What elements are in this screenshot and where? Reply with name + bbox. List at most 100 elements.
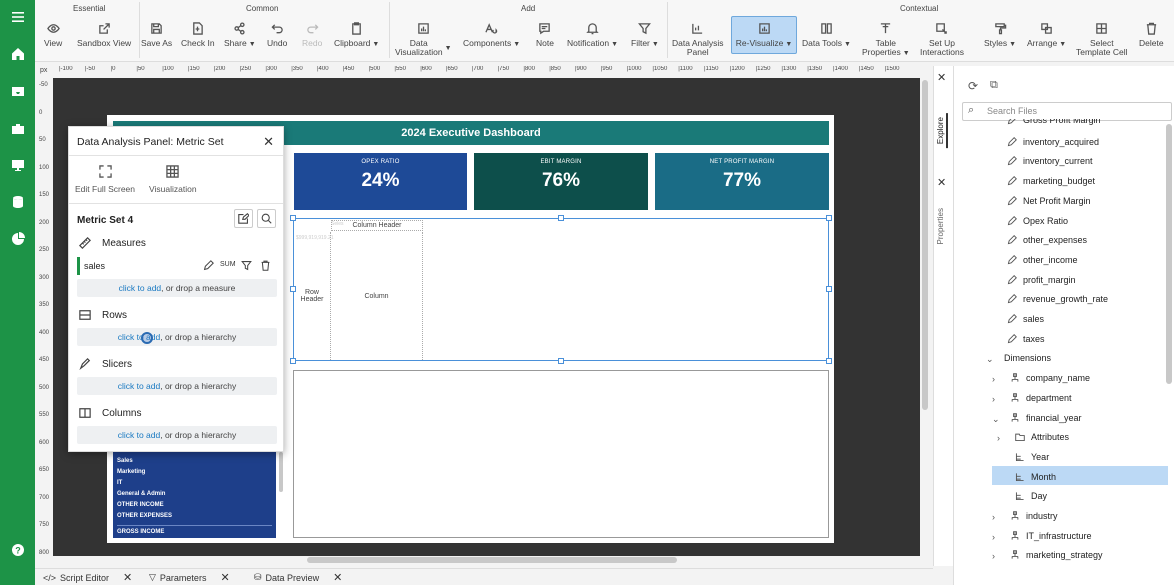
arrange-button[interactable]: Arrange ▼ bbox=[1027, 20, 1066, 49]
styles-button[interactable]: Styles ▼ bbox=[984, 20, 1016, 49]
save-as-button[interactable]: Save As bbox=[141, 20, 172, 48]
measure-drop-zone[interactable]: click to add, or drop a measure bbox=[77, 279, 277, 297]
chevron-down-icon[interactable]: ⌄ bbox=[992, 414, 1000, 425]
aggregation-label[interactable]: SUM bbox=[220, 261, 236, 268]
data-visualization-button[interactable]: Data Visualization ▼ bbox=[395, 20, 452, 57]
trash-icon[interactable] bbox=[260, 260, 271, 273]
copy-icon[interactable]: ⧉ bbox=[990, 79, 998, 92]
tree-item[interactable]: Month bbox=[1015, 472, 1056, 482]
tree-item[interactable]: sales bbox=[1007, 314, 1044, 324]
tree-item[interactable]: profit_margin bbox=[1007, 275, 1076, 285]
resize-handle[interactable] bbox=[558, 215, 564, 221]
chevron-down-icon[interactable]: ⌄ bbox=[986, 354, 994, 365]
refresh-icon[interactable]: ⟳ bbox=[968, 79, 978, 93]
close-properties-icon[interactable]: ✕ bbox=[937, 176, 946, 189]
kpi-card-opex-ratio[interactable]: OPEX RATIO 24% bbox=[294, 153, 467, 210]
pencil-icon[interactable] bbox=[203, 260, 214, 273]
tree-item[interactable]: marketing_strategy bbox=[1010, 550, 1103, 560]
share-button[interactable]: Share ▼ bbox=[224, 20, 256, 49]
tree-item[interactable]: company_name bbox=[1010, 373, 1090, 383]
chevron-right-icon[interactable]: › bbox=[992, 512, 995, 522]
monitor-icon[interactable] bbox=[7, 156, 28, 174]
delete-button[interactable]: Delete bbox=[1139, 20, 1164, 48]
chevron-right-icon[interactable]: › bbox=[992, 374, 995, 384]
data-tools-button[interactable]: Data Tools ▼ bbox=[802, 20, 851, 49]
slicers-drop-zone[interactable]: click to add, or drop a hierarchy bbox=[77, 377, 277, 395]
tree-item[interactable]: revenue_growth_rate bbox=[1007, 294, 1108, 304]
department-list-visual[interactable]: Sales Marketing IT General & Admin OTHER… bbox=[113, 450, 276, 538]
pivot-row-header[interactable]: Row Header bbox=[294, 232, 331, 360]
briefcase-icon[interactable] bbox=[7, 120, 28, 138]
tree-item[interactable]: other_income bbox=[1007, 255, 1078, 265]
click-to-add-link[interactable]: click to add bbox=[119, 283, 162, 293]
table-properties-button[interactable]: Table Properties ▼ bbox=[862, 20, 910, 58]
close-icon[interactable]: ✕ bbox=[123, 571, 132, 584]
chevron-right-icon[interactable]: › bbox=[992, 532, 995, 542]
empty-visual-container[interactable] bbox=[293, 370, 829, 538]
menu-icon[interactable] bbox=[7, 8, 28, 26]
close-icon[interactable]: ✕ bbox=[220, 571, 229, 584]
select-template-cell-button[interactable]: Select Template Cell bbox=[1076, 20, 1128, 57]
kpi-card-ebit-margin[interactable]: EBIT MARGIN 76% bbox=[474, 153, 648, 210]
pivot-column-cell[interactable]: Column bbox=[331, 232, 423, 360]
resize-handle[interactable] bbox=[558, 358, 564, 364]
pivot-column-header[interactable]: Column Header bbox=[331, 220, 423, 231]
tree-item[interactable]: industry bbox=[1010, 511, 1058, 521]
pie-chart-icon[interactable] bbox=[7, 230, 28, 248]
tree-item[interactable]: IT_infrastructure bbox=[1010, 531, 1092, 541]
sandbox-view-button[interactable]: Sandbox View bbox=[77, 20, 131, 48]
clipboard-button[interactable]: Clipboard ▼ bbox=[334, 20, 379, 49]
tab-script-editor[interactable]: </> Script Editor ✕ bbox=[43, 571, 132, 584]
home-icon[interactable] bbox=[7, 45, 28, 63]
visualization-button[interactable]: Visualization bbox=[149, 165, 197, 194]
rows-drop-zone[interactable]: click to add, or drop a hierarchy bbox=[77, 328, 277, 346]
kpi-card-net-profit-margin[interactable]: NET PROFIT MARGIN 77% bbox=[655, 153, 829, 210]
close-explore-icon[interactable]: ✕ bbox=[937, 71, 946, 84]
set-up-interactions-button[interactable]: Set Up Interactions bbox=[920, 20, 964, 57]
search-files-input[interactable]: Search Files bbox=[962, 102, 1172, 121]
columns-drop-zone[interactable]: click to add, or drop a hierarchy bbox=[77, 426, 277, 444]
components-button[interactable]: Components ▼ bbox=[463, 20, 520, 49]
tab-properties[interactable]: Properties bbox=[936, 208, 945, 244]
tree-item[interactable]: Dimensions bbox=[1004, 353, 1051, 363]
edit-set-button[interactable] bbox=[234, 209, 253, 228]
resize-handle[interactable] bbox=[826, 358, 832, 364]
check-in-button[interactable]: Check In bbox=[181, 20, 215, 48]
tree-item[interactable]: Attributes bbox=[1015, 432, 1069, 442]
tab-explore[interactable]: Explore bbox=[935, 113, 948, 149]
inbox-icon[interactable] bbox=[7, 82, 28, 100]
panel-visual-scrollbar[interactable] bbox=[279, 452, 283, 492]
tree-item[interactable]: financial_year bbox=[1010, 413, 1082, 423]
resize-handle[interactable] bbox=[290, 215, 296, 221]
resize-handle[interactable] bbox=[826, 215, 832, 221]
view-button[interactable]: View bbox=[44, 20, 62, 48]
canvas-vertical-scrollbar[interactable] bbox=[922, 80, 928, 410]
filter-button[interactable]: Filter ▼ bbox=[631, 20, 659, 49]
tree-item[interactable]: Opex Ratio bbox=[1007, 216, 1068, 226]
redo-button[interactable]: Redo bbox=[302, 20, 322, 48]
tree-item[interactable]: taxes bbox=[1007, 334, 1045, 344]
tree-item[interactable]: Day bbox=[1015, 491, 1047, 501]
tree-item[interactable]: inventory_acquired bbox=[1007, 137, 1099, 147]
undo-button[interactable]: Undo bbox=[267, 20, 287, 48]
tree-item[interactable]: marketing_budget bbox=[1007, 176, 1095, 186]
re-visualize-button[interactable]: Re-Visualize ▼ bbox=[731, 16, 797, 54]
help-icon[interactable]: ? bbox=[7, 541, 28, 559]
tree-item[interactable]: department bbox=[1010, 393, 1072, 403]
data-analysis-panel-button[interactable]: Data Analysis Panel bbox=[672, 20, 724, 57]
tree-item[interactable]: Net Profit Margin bbox=[1007, 196, 1091, 206]
tree-item[interactable]: inventory_current bbox=[1007, 156, 1093, 166]
tree-item[interactable]: Year bbox=[1015, 452, 1049, 462]
edit-full-screen-button[interactable]: Edit Full Screen bbox=[75, 165, 135, 194]
resize-handle[interactable] bbox=[826, 286, 832, 292]
click-to-add-link[interactable]: click to add bbox=[118, 381, 161, 391]
chevron-right-icon[interactable]: › bbox=[997, 433, 1000, 443]
click-to-add-link[interactable]: click to add bbox=[118, 430, 161, 440]
close-icon[interactable]: ✕ bbox=[263, 134, 274, 150]
tree-item[interactable]: other_expenses bbox=[1007, 235, 1087, 245]
tab-parameters[interactable]: ▽ Parameters ✕ bbox=[149, 571, 230, 584]
filter-icon[interactable] bbox=[241, 260, 252, 273]
close-icon[interactable]: ✕ bbox=[333, 571, 342, 584]
notification-button[interactable]: Notification ▼ bbox=[567, 20, 618, 49]
database-icon[interactable] bbox=[7, 193, 28, 211]
